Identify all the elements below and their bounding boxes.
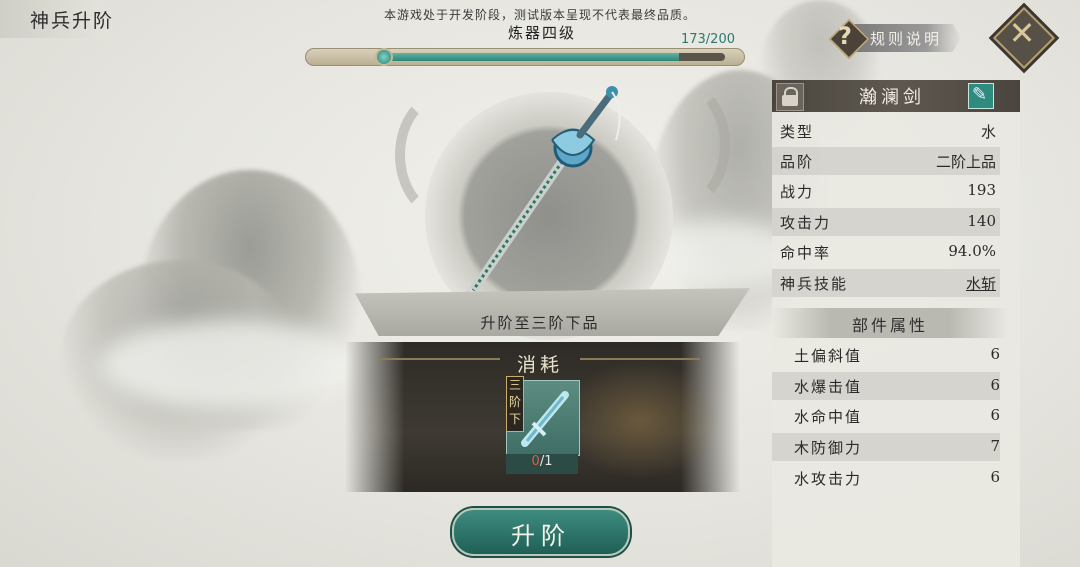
stat-row-hit-rate: 命中率 94.0% bbox=[772, 238, 1000, 266]
part-label: 水攻击力 bbox=[794, 470, 863, 488]
rules-button[interactable]: ? 规则说明 bbox=[828, 18, 965, 60]
stat-label: 品阶 bbox=[780, 153, 815, 171]
part-row: 水命中值 6 bbox=[772, 402, 1000, 430]
weapon-header: 瀚澜剑 ✎ bbox=[772, 80, 1020, 112]
jade-gem-icon bbox=[377, 50, 391, 64]
stat-label: 战力 bbox=[780, 183, 815, 201]
material-count: 0/1 bbox=[506, 454, 578, 474]
weapon-name: 瀚澜剑 bbox=[859, 87, 925, 108]
stat-label: 攻击力 bbox=[780, 214, 832, 232]
refine-progress-text: 173/200 bbox=[680, 32, 735, 47]
divider bbox=[580, 358, 700, 360]
item-tier-tag: 三阶下 bbox=[506, 376, 524, 432]
progress-fill bbox=[385, 53, 680, 61]
stat-label: 神兵技能 bbox=[780, 275, 849, 293]
material-need: /1 bbox=[539, 454, 553, 469]
divider bbox=[380, 358, 500, 360]
consume-title: 消耗 bbox=[516, 354, 563, 376]
parts-title: 部件属性 bbox=[851, 316, 928, 335]
close-button[interactable]: ✕ bbox=[992, 6, 1056, 70]
stat-row-power: 战力 193 bbox=[772, 177, 1000, 205]
lock-body bbox=[782, 95, 798, 106]
part-value: 7 bbox=[990, 437, 1000, 455]
stat-row-skill: 神兵技能 水斩 bbox=[772, 269, 1000, 297]
question-mark-icon: ? bbox=[838, 22, 852, 50]
stat-value: 140 bbox=[967, 212, 996, 230]
progress-track bbox=[385, 53, 725, 61]
stat-label: 命中率 bbox=[780, 244, 832, 262]
part-label: 水命中值 bbox=[794, 408, 863, 426]
part-row: 水爆击值 6 bbox=[772, 372, 1000, 400]
close-icon: ✕ bbox=[1008, 14, 1036, 52]
stat-label: 类型 bbox=[780, 123, 815, 141]
panel-decoration bbox=[560, 360, 720, 480]
fog bbox=[100, 320, 360, 410]
stat-row-type: 类型 水 bbox=[772, 117, 1000, 145]
stat-value: 二阶上品 bbox=[935, 153, 996, 171]
refine-level-label: 炼器四级 bbox=[507, 24, 576, 42]
part-value: 6 bbox=[990, 406, 1000, 424]
rules-label: 规则说明 bbox=[870, 30, 943, 48]
upgrade-target-label: 升阶至三阶下品 bbox=[480, 314, 600, 332]
stat-value: 193 bbox=[967, 181, 996, 199]
stat-value: 水 bbox=[980, 123, 996, 141]
lock-icon[interactable] bbox=[776, 83, 804, 111]
item-tier-char: 三 bbox=[508, 378, 521, 392]
sword-icon bbox=[464, 86, 621, 305]
part-row: 木防御力 7 bbox=[772, 433, 1000, 461]
item-tier-char: 下 bbox=[508, 412, 521, 426]
skill-link[interactable]: 水斩 bbox=[966, 273, 996, 294]
brush-edit-button[interactable]: ✎ bbox=[968, 83, 994, 109]
stat-row-grade: 品阶 二阶上品 bbox=[772, 147, 1000, 175]
part-label: 土偏斜值 bbox=[794, 347, 863, 365]
part-row: 土偏斜值 6 bbox=[772, 341, 1000, 369]
part-label: 水爆击值 bbox=[794, 378, 863, 396]
stat-row-attack: 攻击力 140 bbox=[772, 208, 1000, 236]
refine-progress-bar bbox=[305, 48, 745, 66]
stat-value: 94.0% bbox=[948, 242, 996, 260]
part-value: 6 bbox=[990, 376, 1000, 394]
item-tier-char: 阶 bbox=[508, 395, 521, 409]
part-value: 6 bbox=[990, 345, 1000, 363]
material-have: 0 bbox=[531, 454, 540, 469]
upgrade-button-label: 升阶 bbox=[511, 522, 571, 550]
upgrade-button[interactable]: 升阶 bbox=[452, 508, 630, 556]
parts-header: 部件属性 bbox=[772, 308, 1008, 338]
item-tier-text: 三阶下 bbox=[507, 377, 523, 428]
part-label: 木防御力 bbox=[794, 439, 863, 457]
weapon-info-panel: 瀚澜剑 ✎ 类型 水 品阶 二阶上品 战力 193 攻击力 140 命中率 94… bbox=[772, 80, 1020, 567]
part-row: 水攻击力 6 bbox=[772, 464, 1000, 492]
part-value: 6 bbox=[990, 468, 1000, 486]
brush-icon: ✎ bbox=[972, 84, 988, 105]
